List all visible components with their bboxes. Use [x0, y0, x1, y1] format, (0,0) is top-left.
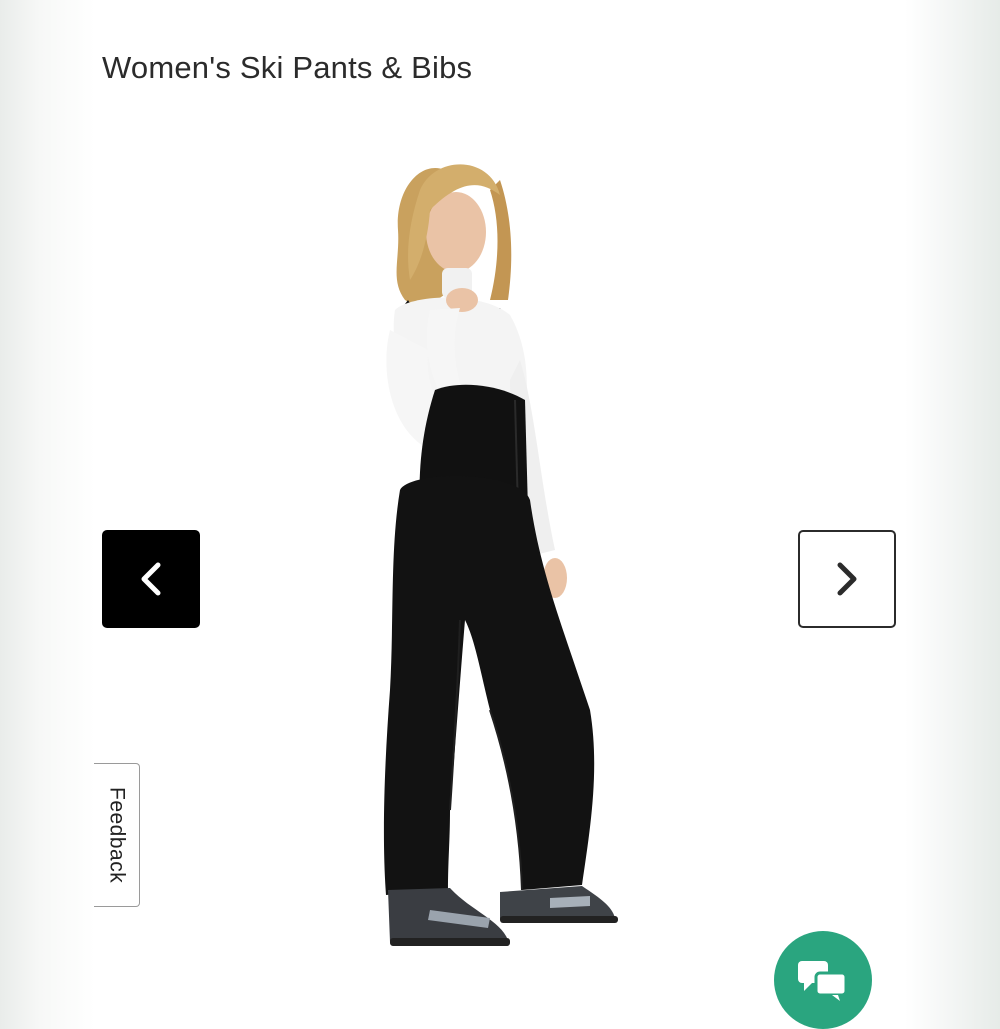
- chat-bubbles-icon: [798, 961, 848, 1001]
- chevron-left-icon: [141, 562, 161, 596]
- chat-button[interactable]: [774, 931, 872, 1029]
- next-image-button[interactable]: [798, 530, 896, 628]
- product-image[interactable]: [350, 150, 650, 960]
- category-title: Women's Ski Pants & Bibs: [102, 50, 473, 85]
- feedback-label: Feedback: [105, 786, 129, 884]
- previous-image-button[interactable]: [102, 530, 200, 628]
- feedback-tab[interactable]: Feedback: [94, 763, 140, 907]
- chevron-right-icon: [837, 562, 857, 596]
